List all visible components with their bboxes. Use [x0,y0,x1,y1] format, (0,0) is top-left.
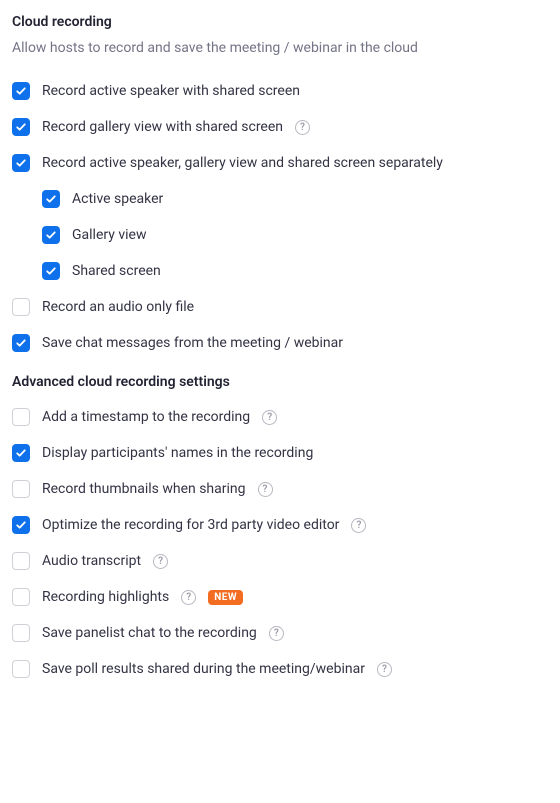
checkmark-icon [45,229,57,241]
option-active-speaker-shared: Record active speaker with shared screen [12,82,548,100]
save-chat-checkbox[interactable] [12,334,30,352]
option-sep-active: Active speaker [42,190,548,208]
separate-checkbox[interactable] [12,154,30,172]
help-icon[interactable]: ? [295,120,310,135]
transcript-checkbox[interactable] [12,552,30,570]
checkmark-icon [15,157,27,169]
sep-active-label: Active speaker [72,191,163,207]
transcript-label: Audio transcript [42,553,141,569]
help-icon[interactable]: ? [377,662,392,677]
option-separate: Record active speaker, gallery view and … [12,154,548,172]
active-speaker-shared-checkbox[interactable] [12,82,30,100]
help-icon[interactable]: ? [269,626,284,641]
option-thumbnails: Record thumbnails when sharing ? [12,480,548,498]
option-sep-gallery: Gallery view [42,226,548,244]
poll-checkbox[interactable] [12,660,30,678]
option-transcript: Audio transcript ? [12,552,548,570]
option-highlights: Recording highlights ? NEW [12,588,548,606]
sep-shared-label: Shared screen [72,263,161,279]
separate-label: Record active speaker, gallery view and … [42,155,443,171]
option-poll: Save poll results shared during the meet… [12,660,548,678]
option-timestamp: Add a timestamp to the recording ? [12,408,548,426]
sep-gallery-label: Gallery view [72,227,146,243]
cloud-recording-title: Cloud recording [12,14,548,30]
checkmark-icon [15,85,27,97]
help-icon[interactable]: ? [351,518,366,533]
option-sep-shared: Shared screen [42,262,548,280]
panelist-checkbox[interactable] [12,624,30,642]
checkmark-icon [15,447,27,459]
optimize-label: Optimize the recording for 3rd party vid… [42,517,339,533]
timestamp-label: Add a timestamp to the recording [42,409,250,425]
names-label: Display participants' names in the recor… [42,445,313,461]
sep-shared-checkbox[interactable] [42,262,60,280]
timestamp-checkbox[interactable] [12,408,30,426]
active-speaker-shared-label: Record active speaker with shared screen [42,83,300,99]
thumbnails-checkbox[interactable] [12,480,30,498]
audio-only-checkbox[interactable] [12,298,30,316]
gallery-shared-label: Record gallery view with shared screen [42,119,283,135]
checkmark-icon [15,121,27,133]
checkmark-icon [15,337,27,349]
advanced-settings-title: Advanced cloud recording settings [12,374,548,390]
help-icon[interactable]: ? [181,590,196,605]
cloud-recording-subtitle: Allow hosts to record and save the meeti… [12,40,548,56]
checkmark-icon [15,519,27,531]
option-panelist: Save panelist chat to the recording ? [12,624,548,642]
checkmark-icon [45,193,57,205]
sep-active-checkbox[interactable] [42,190,60,208]
help-icon[interactable]: ? [258,482,273,497]
highlights-label: Recording highlights [42,589,169,605]
names-checkbox[interactable] [12,444,30,462]
checkmark-icon [45,265,57,277]
save-chat-label: Save chat messages from the meeting / we… [42,335,343,351]
poll-label: Save poll results shared during the meet… [42,661,365,677]
thumbnails-label: Record thumbnails when sharing [42,481,246,497]
audio-only-label: Record an audio only file [42,299,194,315]
highlights-checkbox[interactable] [12,588,30,606]
help-icon[interactable]: ? [153,554,168,569]
optimize-checkbox[interactable] [12,516,30,534]
option-names: Display participants' names in the recor… [12,444,548,462]
option-optimize: Optimize the recording for 3rd party vid… [12,516,548,534]
option-audio-only: Record an audio only file [12,298,548,316]
panelist-label: Save panelist chat to the recording [42,625,257,641]
option-save-chat: Save chat messages from the meeting / we… [12,334,548,352]
option-gallery-shared: Record gallery view with shared screen ? [12,118,548,136]
sep-gallery-checkbox[interactable] [42,226,60,244]
new-badge: NEW [208,590,243,605]
help-icon[interactable]: ? [262,410,277,425]
gallery-shared-checkbox[interactable] [12,118,30,136]
